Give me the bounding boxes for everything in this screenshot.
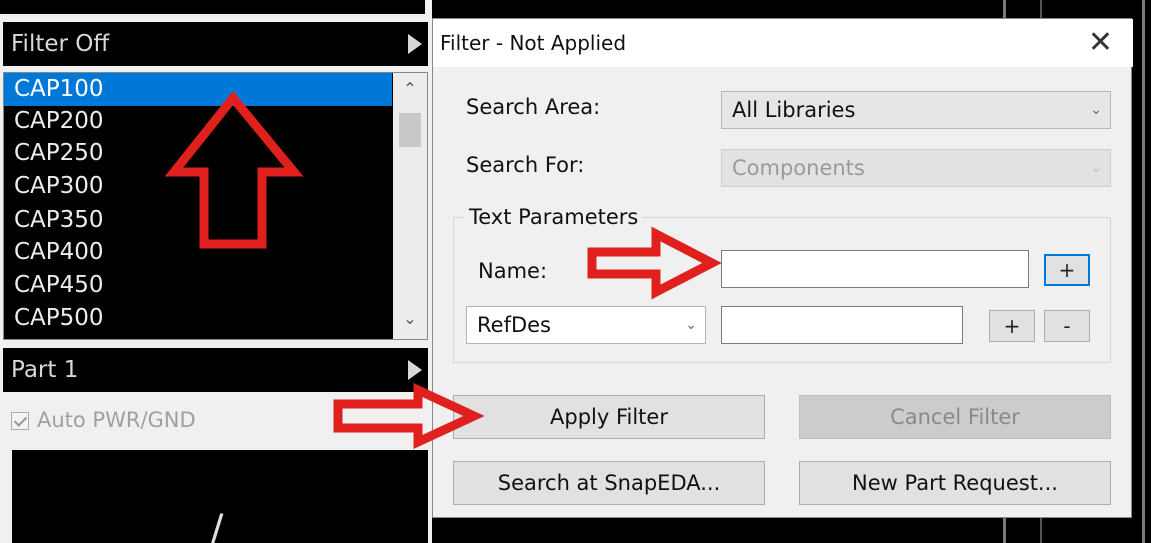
dialog-title: Filter - Not Applied	[440, 31, 627, 55]
scroll-thumb[interactable]	[399, 113, 421, 147]
add-param-button[interactable]: +	[989, 310, 1035, 342]
list-scrollbar[interactable]: ⌃ ⌄	[393, 73, 427, 339]
list-item[interactable]: CAP350	[4, 204, 392, 237]
name-label: Name:	[478, 259, 548, 283]
filter-header[interactable]: Filter Off	[3, 22, 428, 66]
list-item[interactable]: CAP450	[4, 269, 392, 302]
new-part-request-button[interactable]: New Part Request...	[799, 461, 1111, 505]
param-type-value: RefDes	[477, 313, 551, 337]
filter-header-label: Filter Off	[11, 31, 110, 57]
list-item[interactable]: CAP100	[4, 73, 392, 106]
search-snapeda-button[interactable]: Search at SnapEDA...	[453, 461, 765, 505]
preview-graphic: /	[210, 507, 224, 543]
param-value-field[interactable]	[721, 306, 963, 344]
name-field[interactable]	[721, 250, 1029, 288]
part-preview: /	[12, 450, 428, 543]
list-item[interactable]: CAP400	[4, 236, 392, 269]
search-area-label: Search Area:	[466, 95, 601, 119]
chevron-down-icon: ⌄	[685, 317, 697, 333]
auto-pwr-gnd-checkbox[interactable]	[11, 412, 29, 430]
list-item[interactable]: CAP250	[4, 137, 392, 170]
search-for-value: Components	[732, 156, 865, 180]
expand-arrow-icon[interactable]	[408, 360, 422, 380]
list-item[interactable]: CAP200	[4, 105, 392, 138]
top-strip	[0, 0, 432, 18]
part-header-label: Part 1	[11, 357, 79, 383]
param-type-select[interactable]: RefDes ⌄	[466, 306, 706, 344]
chevron-down-icon: ⌄	[1090, 102, 1102, 118]
part-header[interactable]: Part 1	[3, 348, 428, 392]
apply-filter-button[interactable]: Apply Filter	[453, 395, 765, 439]
chevron-down-icon: ⌄	[1090, 160, 1102, 176]
filter-dialog: Filter - Not Applied ✕ Search Area: All …	[432, 18, 1133, 518]
auto-pwr-gnd-row: Auto PWR/GND	[3, 396, 428, 446]
text-parameters-title: Text Parameters	[465, 205, 643, 229]
list-item[interactable]: CAP500	[4, 302, 392, 335]
search-for-select[interactable]: Components ⌄	[721, 149, 1111, 187]
list-item[interactable]: CAP300	[4, 170, 392, 203]
left-panel: Filter Off CAP100 CAP200 CAP250 CAP300 C…	[0, 0, 432, 543]
cancel-filter-button[interactable]: Cancel Filter	[799, 395, 1111, 439]
grid-line	[1142, 0, 1145, 543]
search-area-value: All Libraries	[732, 98, 856, 122]
scroll-up-icon[interactable]: ⌃	[393, 79, 427, 98]
search-for-label: Search For:	[466, 153, 585, 177]
scroll-down-icon[interactable]: ⌄	[393, 309, 427, 328]
close-icon[interactable]: ✕	[1088, 25, 1113, 61]
add-name-button[interactable]: +	[1044, 254, 1090, 286]
parts-list[interactable]: CAP100 CAP200 CAP250 CAP300 CAP350 CAP40…	[3, 72, 428, 340]
remove-param-button[interactable]: -	[1044, 310, 1090, 342]
expand-arrow-icon[interactable]	[408, 34, 422, 54]
auto-pwr-gnd-label: Auto PWR/GND	[37, 408, 196, 432]
search-area-select[interactable]: All Libraries ⌄	[721, 91, 1111, 129]
dialog-title-bar: Filter - Not Applied ✕	[433, 19, 1133, 67]
